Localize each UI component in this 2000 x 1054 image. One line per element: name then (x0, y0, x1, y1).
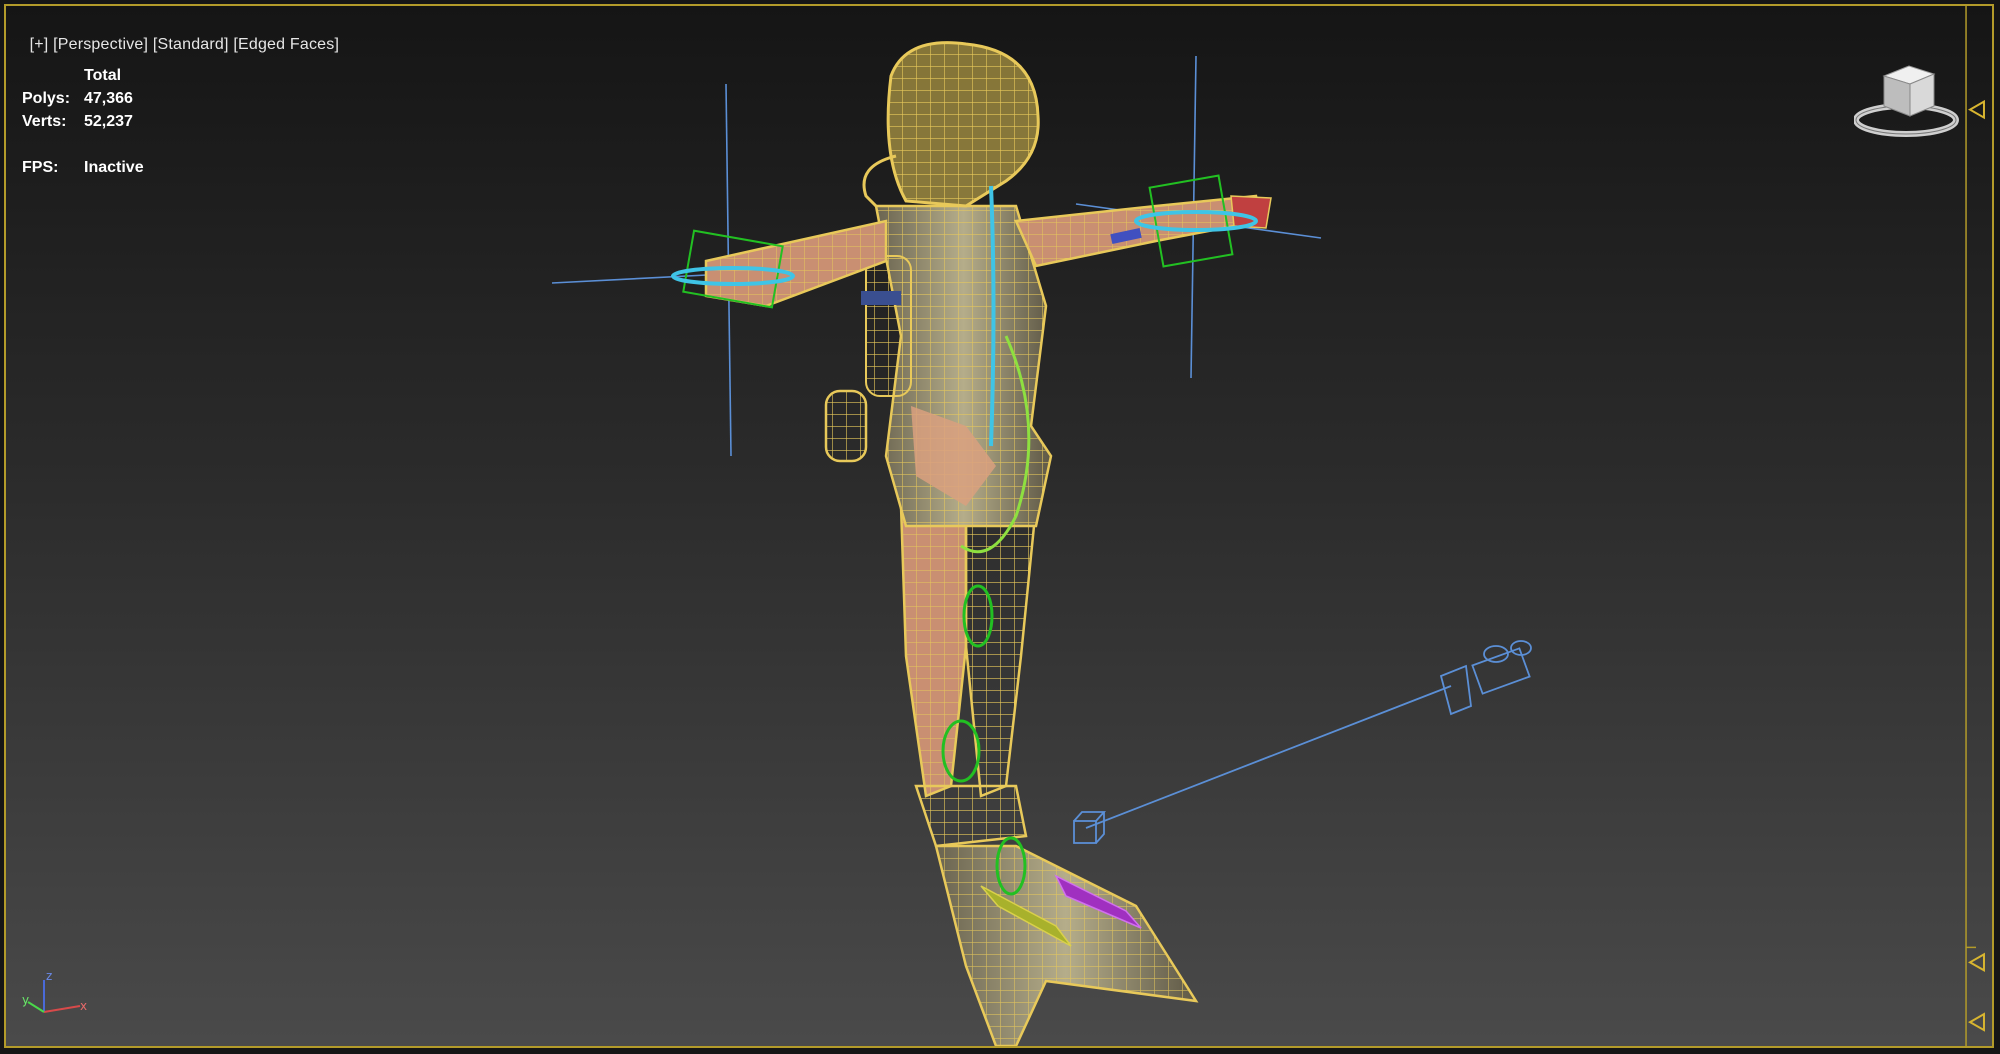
stats-header: Total (84, 67, 122, 84)
perspective-viewport[interactable]: [+] [Perspective] [Standard] [Edged Face… (4, 4, 1994, 1048)
leg-right (964, 504, 1038, 798)
viewport-statistics: Total Polys: 47,366 Verts: 52,237 FPS: I… (22, 64, 144, 179)
fps-value: Inactive (84, 159, 144, 176)
axis-x-label: x (80, 999, 87, 1013)
verts-label: Verts: (22, 113, 67, 130)
camera-icon[interactable] (1439, 640, 1532, 716)
ruler-triangle-icon[interactable] (1968, 952, 1985, 973)
side-tank (824, 389, 868, 463)
viewport-menu-shading[interactable]: [Standard] (153, 36, 229, 53)
viewport-menu-view[interactable]: [Perspective] (53, 36, 148, 53)
polys-label: Polys: (22, 90, 71, 107)
camera-helper[interactable] (1073, 640, 1532, 844)
axis-tripod-icon: z y x (22, 969, 87, 1013)
arm-left (704, 219, 888, 308)
leg-left (899, 504, 968, 798)
ruler-triangle-icon[interactable] (1968, 99, 1985, 120)
fps-label: FPS: (22, 159, 59, 176)
axis-y-label: y (22, 993, 29, 1007)
back-tank (865, 255, 912, 397)
viewcube-icon[interactable] (1854, 58, 1964, 140)
viewport-menu-faces[interactable]: [Edged Faces] (233, 36, 339, 53)
scene-canvas[interactable] (6, 6, 1994, 1048)
verts-value: 52,237 (84, 113, 133, 130)
viewport-menu-plus[interactable]: [+] (30, 36, 49, 53)
belt-marker (861, 291, 901, 305)
polys-value: 47,366 (84, 90, 133, 107)
viewport-ruler (1965, 6, 1985, 1046)
ruler-triangle-icon[interactable] (1968, 1012, 1985, 1032)
axis-z-label: z (46, 969, 52, 983)
character-model[interactable] (551, 41, 1322, 1046)
